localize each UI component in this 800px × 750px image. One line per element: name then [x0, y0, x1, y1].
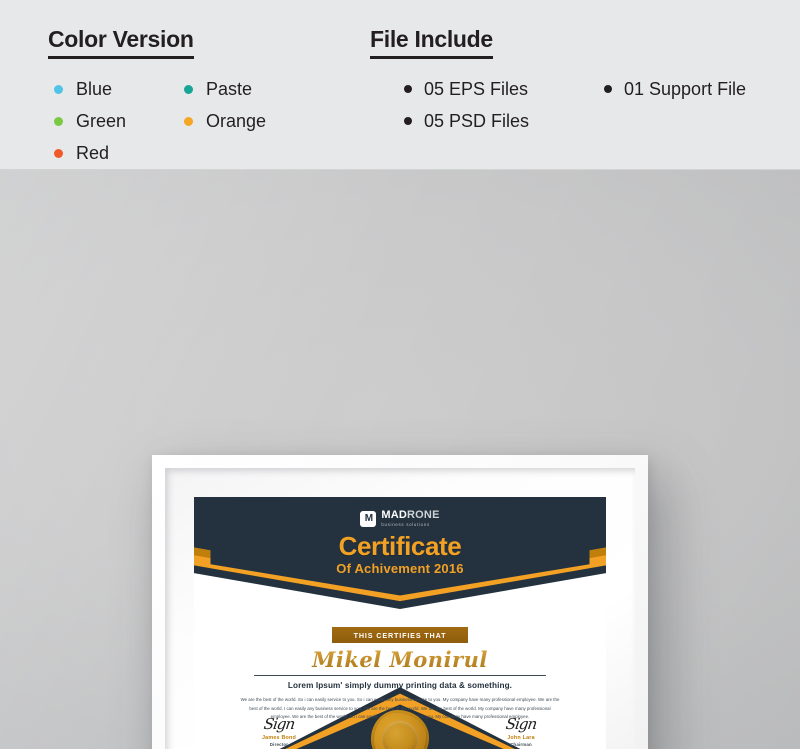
certificate-subtitle: Of Achivement 2016 [336, 561, 464, 576]
certificate-title-block: Certificate Of Achivement 2016 [194, 533, 606, 575]
file-item-label: 05 PSD Files [424, 110, 530, 131]
certificate-artwork: M MADRONE business solutions Certificate… [194, 497, 606, 749]
recipient-underline [253, 675, 547, 677]
logo-tagline: business solutions [381, 522, 430, 527]
signature-role: Director [269, 742, 289, 747]
color-version-list: Blue Paste Green Orange Red [48, 73, 360, 169]
file-item-eps: 05 EPS Files [370, 73, 570, 105]
certificate-title: Certificate [338, 531, 462, 561]
signature-name: James Bond [261, 735, 297, 741]
signature-name: John Lara [507, 735, 535, 741]
logo-name-light: RONE [407, 509, 440, 521]
file-item-label: 05 EPS Files [424, 78, 529, 99]
file-item-support: 01 Support File [570, 73, 770, 105]
certificate-body: THIS CERTIFIES THAT Mikel Monirul Lorem … [194, 625, 606, 722]
file-include-section: File Include 05 EPS Files 01 Support Fil… [360, 22, 800, 169]
color-swatch-blue [54, 84, 63, 94]
color-option-label: Green [76, 110, 127, 131]
company-logo: M MADRONE business solutions [194, 510, 606, 527]
color-option-label: Paste [206, 78, 253, 99]
file-include-title: File Include [370, 27, 493, 60]
frame-mat: M MADRONE business solutions Certificate… [165, 468, 635, 749]
file-item-psd: 05 PSD Files [370, 105, 570, 137]
signature-block-left: Sign James Bond Director [224, 715, 334, 747]
certifies-banner: THIS CERTIFIES THAT [331, 627, 469, 643]
color-swatch-green [54, 116, 63, 126]
color-swatch-red [54, 148, 63, 158]
certificate-preview-stage: M MADRONE business solutions Certificate… [0, 170, 800, 749]
wax-seal-inner [382, 721, 418, 749]
color-swatch-paste [184, 84, 193, 94]
wax-seal [371, 710, 429, 749]
wax-seal-outer [371, 710, 429, 749]
color-option-orange[interactable]: Orange [178, 105, 308, 137]
color-option-blue[interactable]: Blue [48, 73, 178, 105]
color-option-label: Red [76, 142, 110, 163]
logo-mark-icon: M [360, 510, 377, 527]
file-item-label: 01 Support File [624, 78, 747, 99]
bullet-icon [404, 117, 412, 126]
color-option-green[interactable]: Green [48, 105, 178, 137]
logo-name: MADRONE [381, 510, 439, 521]
signature-role: Chairman [510, 742, 532, 747]
recipient-name: Mikel Monirul [194, 648, 606, 671]
logo-wordmark: MADRONE business solutions [381, 510, 439, 527]
picture-frame-mockup: M MADRONE business solutions Certificate… [152, 455, 648, 749]
bullet-icon [604, 85, 612, 94]
color-option-red[interactable]: Red [48, 137, 138, 169]
signature-block-right: Sign John Lara Chairman [466, 715, 576, 747]
color-swatch-orange [184, 116, 193, 126]
color-option-paste[interactable]: Paste [178, 73, 268, 105]
bullet-icon [404, 85, 412, 94]
product-info-panel: Color Version Blue Paste Green Orange Re… [0, 0, 800, 170]
color-option-label: Blue [76, 78, 113, 99]
color-version-title: Color Version [48, 27, 194, 60]
certificate-statement: Lorem Ipsum' simply dummy printing data … [287, 681, 513, 691]
file-include-list: 05 EPS Files 01 Support File 05 PSD File… [370, 73, 800, 137]
frame-border: M MADRONE business solutions Certificate… [152, 455, 648, 749]
signature-mark-icon: Sign [262, 715, 296, 733]
color-version-section: Color Version Blue Paste Green Orange Re… [0, 22, 360, 169]
signature-mark-icon: Sign [504, 715, 538, 733]
logo-name-bold: MAD [381, 509, 408, 521]
color-option-label: Orange [206, 110, 267, 131]
